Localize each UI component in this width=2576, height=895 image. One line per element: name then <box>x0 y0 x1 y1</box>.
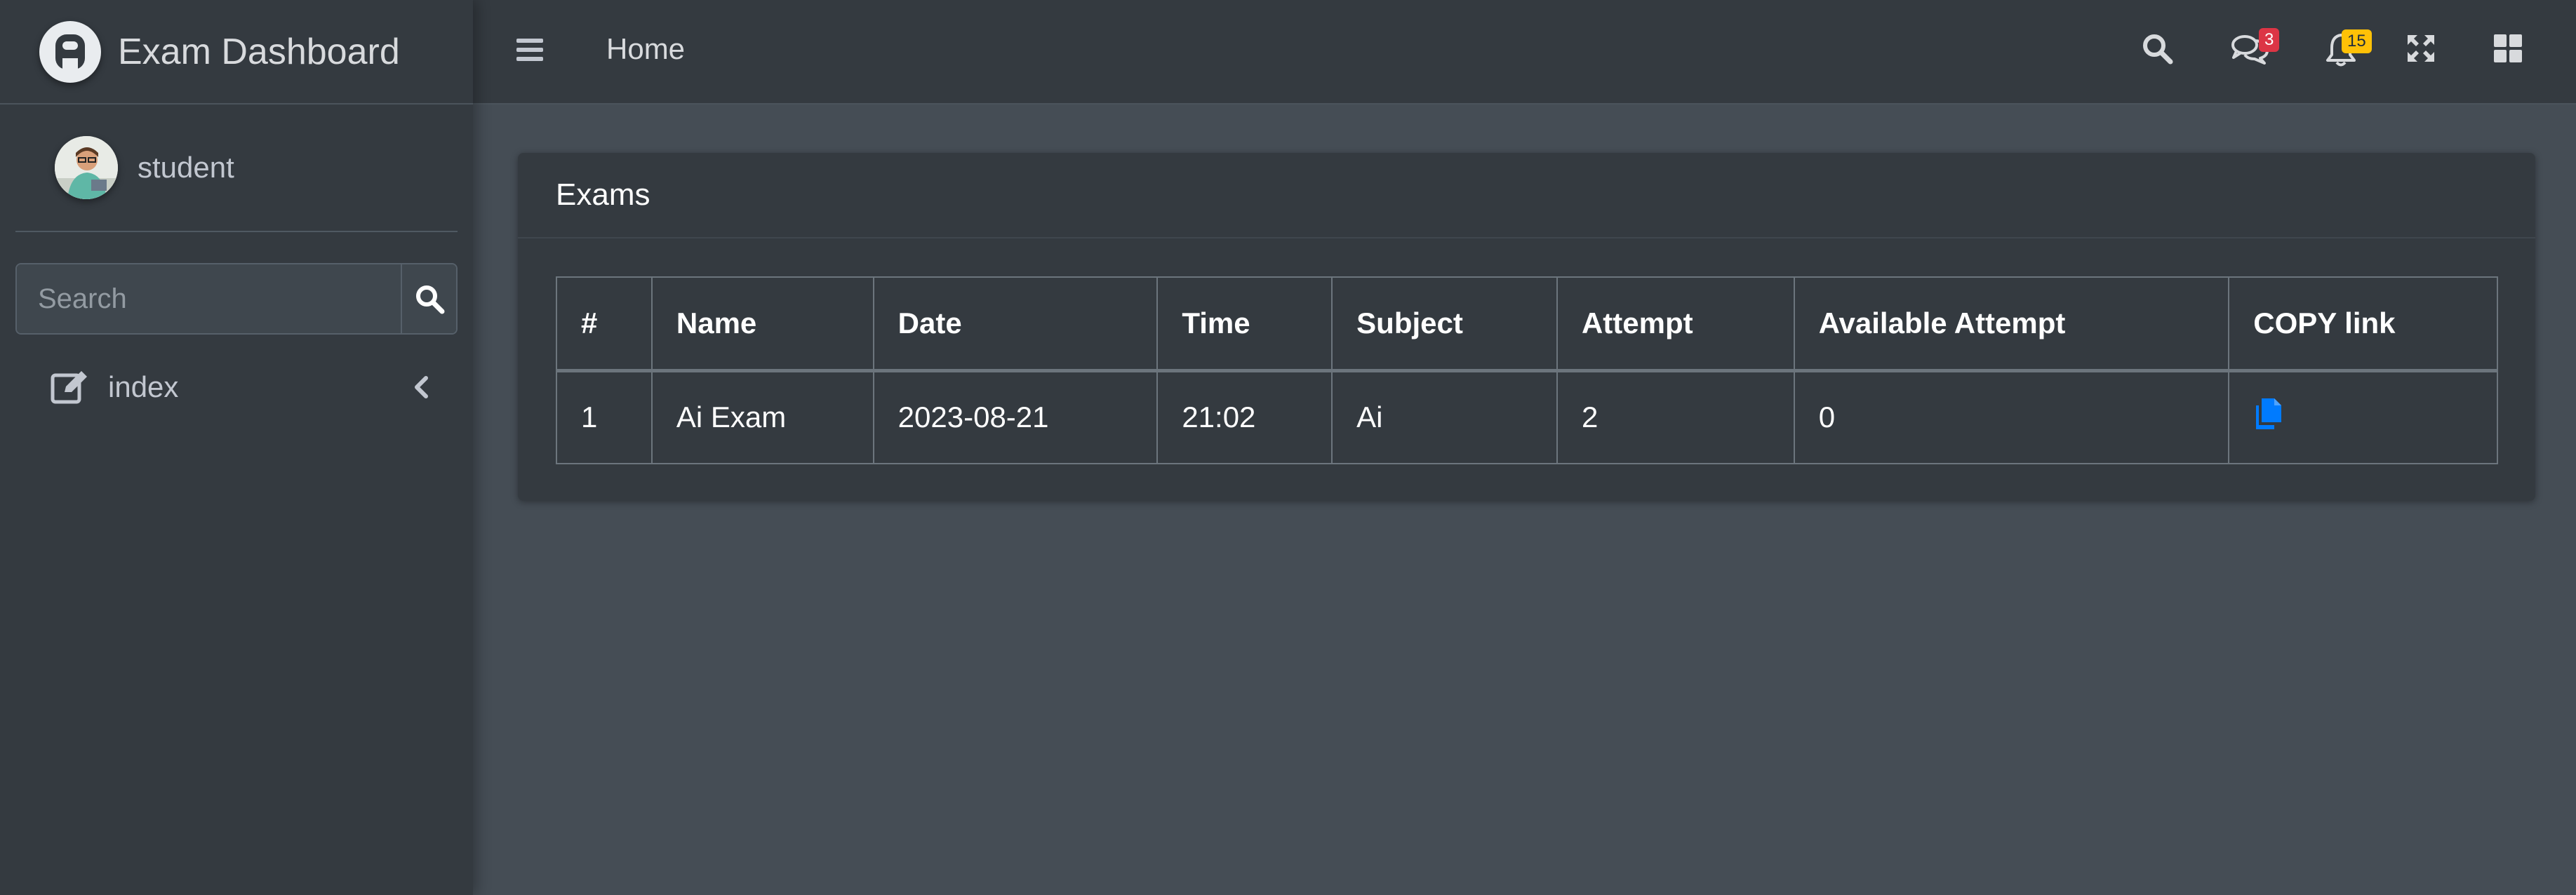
avatar[interactable] <box>55 136 118 199</box>
messages-badge: 3 <box>2259 28 2280 52</box>
brand-logo-icon <box>39 20 101 83</box>
table-cell: 1 <box>556 370 653 464</box>
navbar-right: 3 15 <box>2085 0 2576 105</box>
control-sidebar-button[interactable] <box>2492 32 2524 68</box>
navbar-search-button[interactable] <box>2141 32 2173 68</box>
column-header[interactable]: COPY link <box>2228 276 2498 372</box>
table-cell: 2 <box>1556 370 1795 464</box>
column-header[interactable]: # <box>556 276 653 372</box>
chevron-left-icon[interactable] <box>413 375 429 399</box>
search-button[interactable] <box>401 264 456 333</box>
nav-home-link[interactable]: Home <box>606 32 685 66</box>
exams-table: # Name Date Time Subject Attempt Availab… <box>556 276 2498 464</box>
main-sidebar: Exam Dashboard student Search index <box>0 0 473 895</box>
hamburger-icon <box>516 39 543 61</box>
table-cell: 21:02 <box>1156 370 1333 464</box>
copy-icon[interactable] <box>2253 397 2283 431</box>
table-row: 1 Ai Exam 2023-08-21 21:02 Ai 2 0 <box>556 370 2498 464</box>
edit-icon <box>51 371 87 404</box>
column-header[interactable]: Time <box>1156 276 1333 372</box>
sidebar-item-label: index <box>108 370 179 403</box>
brand-link[interactable]: Exam Dashboard <box>0 0 473 105</box>
sidebar-item-index[interactable]: index <box>15 351 458 424</box>
column-header[interactable]: Subject <box>1331 276 1558 372</box>
messages-button[interactable]: 3 <box>2231 28 2280 68</box>
table-cell: Ai Exam <box>650 370 874 464</box>
search-icon <box>2143 34 2173 65</box>
sidebar-search <box>15 263 458 335</box>
search-icon <box>415 285 444 314</box>
notifications-button[interactable]: 15 <box>2325 29 2372 71</box>
exams-card: Exams # Name Date Time Subject Attempt A… <box>518 153 2535 501</box>
table-header-row: # Name Date Time Subject Attempt Availab… <box>556 276 2498 372</box>
copy-link-cell <box>2228 370 2498 464</box>
fullscreen-button[interactable] <box>2405 32 2437 68</box>
table-cell: Ai <box>1331 370 1558 464</box>
user-panel: student <box>15 105 458 232</box>
expand-arrows-icon <box>2408 35 2434 62</box>
sidebar-toggle-button[interactable] <box>515 35 545 68</box>
card-header: Exams <box>518 153 2535 238</box>
column-header[interactable]: Available Attempt <box>1793 276 2230 372</box>
top-navbar: Home 3 15 <box>473 0 2576 105</box>
column-header[interactable]: Name <box>650 276 874 372</box>
search-input[interactable] <box>17 264 401 333</box>
grid-icon <box>2494 34 2522 62</box>
table-cell: 2023-08-21 <box>872 370 1159 464</box>
notifications-badge: 15 <box>2342 29 2372 53</box>
table-cell: 0 <box>1793 370 2230 464</box>
user-name[interactable]: student <box>138 151 234 184</box>
column-header[interactable]: Date <box>872 276 1159 372</box>
card-title: Exams <box>556 177 650 212</box>
brand-title: Exam Dashboard <box>118 31 400 72</box>
column-header[interactable]: Attempt <box>1556 276 1795 372</box>
